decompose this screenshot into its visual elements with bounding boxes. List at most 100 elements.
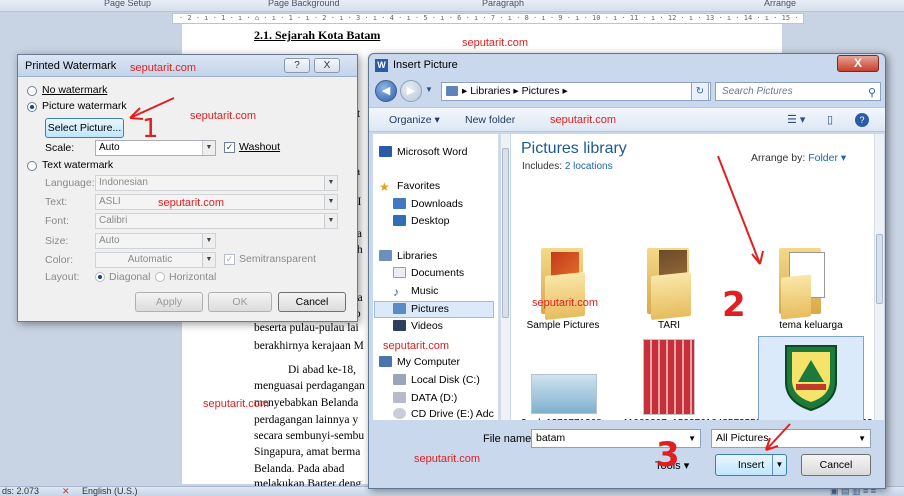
apply-button[interactable]: Apply	[135, 292, 203, 312]
nav-item-desktop[interactable]: Desktop	[393, 215, 450, 227]
file-item-image[interactable]: 11009207_1533761043573558_52882159121607…	[623, 339, 883, 420]
breadcrumb-pictures[interactable]: Pictures	[522, 85, 560, 97]
arrange-select[interactable]: Folder ▾	[808, 152, 846, 164]
address-bar[interactable]: ▸ Libraries ▸ Pictures ▸ ▼	[441, 82, 711, 101]
cancel-button[interactable]: Cancel	[278, 292, 346, 312]
nav-item-my-computer[interactable]: My Computer	[379, 356, 460, 368]
refresh-icon[interactable]: ↻	[691, 82, 709, 101]
chevron-down-icon[interactable]: ▼	[858, 430, 866, 447]
insert-dropdown-icon[interactable]: ▼	[772, 455, 786, 475]
search-icon[interactable]: ⚲	[868, 85, 876, 102]
file-item-folder[interactable]: tema keluarga	[765, 238, 857, 338]
doc-line: beserta pulau-pulau lai	[254, 322, 359, 334]
horizontal-radio[interactable]	[155, 272, 165, 282]
close-button[interactable]: X	[314, 58, 340, 73]
preview-pane-icon[interactable]: ▯	[827, 113, 833, 126]
dialog-titlebar[interactable]: W Insert Picture X	[369, 54, 885, 76]
horizontal-ruler[interactable]: · 2 · ı · 1 · ı · ⌂ · ı · 1 · ı · 2 · ı …	[172, 13, 804, 24]
washout-label[interactable]: Washout	[239, 141, 280, 153]
nav-item-microsoft-word[interactable]: Microsoft Word	[379, 146, 467, 158]
nav-item-documents[interactable]: Documents	[393, 267, 464, 279]
picture-watermark-radio[interactable]	[27, 102, 37, 112]
no-watermark-radio[interactable]	[27, 86, 37, 96]
nav-item-downloads[interactable]: Downloads	[393, 198, 463, 210]
chevron-down-icon: ▼	[202, 234, 215, 248]
nav-scrollbar[interactable]	[500, 134, 510, 420]
nav-label: Videos	[411, 320, 443, 332]
recent-pages-icon[interactable]: ▼	[425, 85, 433, 94]
scale-value: Auto	[99, 142, 120, 153]
back-arrow-icon[interactable]: ◀	[375, 80, 397, 102]
nav-item-local-disk[interactable]: Local Disk (C:)	[393, 374, 480, 386]
nav-item-favorites[interactable]: ★ Favorites	[379, 180, 440, 193]
text-watermark-label[interactable]: Text watermark	[42, 159, 113, 171]
horizontal-label[interactable]: Horizontal	[169, 271, 216, 283]
semitransparent-label[interactable]: Semitransparent	[239, 253, 316, 265]
language-select[interactable]: Indonesian ▼	[95, 175, 338, 191]
ribbon-group-page-setup[interactable]: Page Setup	[104, 0, 151, 8]
proofing-icon[interactable]: ✕	[62, 486, 70, 496]
no-watermark-label[interactable]: No watermark	[42, 84, 107, 96]
language-status[interactable]: English (U.S.)	[82, 486, 138, 496]
nav-item-music[interactable]: ♪ Music	[393, 285, 438, 298]
help-button[interactable]: ?	[284, 58, 310, 73]
scrollbar-thumb[interactable]	[876, 234, 883, 304]
nav-item-data-drive[interactable]: DATA (D:)	[393, 392, 457, 404]
close-button[interactable]: X	[837, 55, 879, 72]
file-item-folder[interactable]: TARI	[623, 238, 715, 338]
scrollbar-thumb[interactable]	[502, 148, 509, 318]
image-thumbnail	[643, 339, 695, 415]
view-options-icon[interactable]: ☰ ▾	[787, 113, 805, 126]
organize-button[interactable]: Organize ▾	[389, 114, 440, 126]
doc-line: menguasai perdagangan	[254, 380, 365, 392]
file-name-label: File name:	[483, 433, 535, 445]
file-item-folder[interactable]: Sample Pictures	[517, 238, 609, 338]
search-input[interactable]: Search Pictures ⚲	[715, 82, 881, 101]
file-item-image-selected[interactable]: batam	[765, 342, 857, 420]
insert-button[interactable]: Insert ▼	[715, 454, 787, 476]
nav-label: DATA (D:)	[411, 392, 458, 404]
includes-label: Includes:	[522, 161, 563, 172]
new-folder-button[interactable]: New folder	[465, 114, 515, 126]
cancel-button[interactable]: Cancel	[801, 454, 871, 476]
select-picture-button[interactable]: Select Picture...	[45, 118, 124, 138]
chevron-down-icon[interactable]: ▼	[688, 430, 696, 447]
ribbon-group-paragraph[interactable]: Paragraph	[482, 0, 524, 8]
ok-button[interactable]: OK	[208, 292, 272, 312]
folder-icon	[446, 86, 458, 96]
text-watermark-radio[interactable]	[27, 161, 37, 171]
nav-item-cd-drive[interactable]: CD Drive (E:) Adc	[393, 408, 494, 420]
forward-arrow-icon[interactable]: ▶	[400, 80, 422, 102]
color-select[interactable]: Automatic ▼	[95, 252, 216, 268]
picture-watermark-label[interactable]: Picture watermark	[42, 100, 127, 112]
semitransparent-checkbox[interactable]: ✓	[224, 254, 235, 265]
watermark-text: seputarit.com	[158, 197, 225, 209]
watermark-text: seputarit.com	[550, 114, 617, 126]
ribbon-group-page-background[interactable]: Page Background	[268, 0, 340, 8]
insert-label: Insert	[737, 459, 765, 471]
diagonal-label[interactable]: Diagonal	[109, 271, 150, 283]
word-icon: W	[375, 59, 388, 72]
watermark-text: seputarit.com	[203, 398, 270, 410]
nav-item-videos[interactable]: Videos	[393, 320, 443, 332]
computer-icon	[379, 356, 392, 367]
ribbon-strip: Page Setup Page Background Paragraph Arr…	[0, 0, 904, 12]
folder-icon	[779, 238, 829, 320]
content-scrollbar[interactable]	[874, 134, 884, 420]
search-placeholder: Search Pictures	[722, 86, 793, 97]
nav-item-libraries[interactable]: Libraries	[379, 250, 437, 262]
font-select[interactable]: Calibri ▼	[95, 213, 338, 229]
word-count[interactable]: ds: 2.073	[2, 486, 39, 496]
help-icon[interactable]: ?	[855, 113, 869, 127]
diagonal-radio[interactable]	[95, 272, 105, 282]
size-select[interactable]: Auto ▼	[95, 233, 216, 249]
chevron-down-icon: ▼	[324, 195, 337, 209]
file-type-select[interactable]: All Pictures ▼	[711, 429, 871, 448]
includes-link[interactable]: 2 locations	[565, 161, 613, 172]
nav-item-pictures[interactable]: Pictures	[393, 303, 449, 315]
breadcrumb-libraries[interactable]: Libraries	[470, 85, 510, 97]
file-item-image[interactable]: 3md_1370771268-157313623	[517, 374, 609, 420]
washout-checkbox[interactable]: ✓	[224, 142, 235, 153]
ribbon-group-arrange[interactable]: Arrange	[764, 0, 796, 8]
color-label: Color:	[45, 254, 74, 266]
